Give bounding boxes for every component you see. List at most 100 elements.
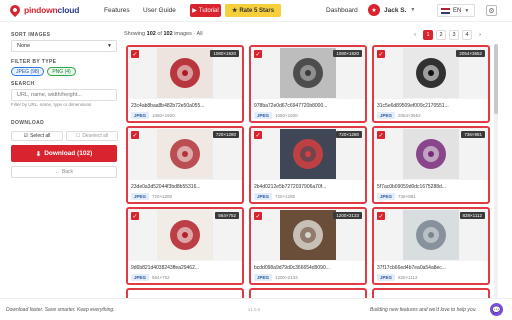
next-page-icon[interactable]: › bbox=[475, 30, 485, 40]
format-badge: JPEG bbox=[377, 193, 396, 200]
dimension-badge: 720×1280 bbox=[335, 131, 362, 138]
chat-icon[interactable]: 💬 bbox=[490, 303, 503, 316]
user-name: Jack S. bbox=[384, 6, 407, 14]
format-badge: JPEG bbox=[254, 274, 273, 281]
resolution-text: 1200×2133 bbox=[275, 275, 298, 280]
checkbox-checked-icon[interactable]: ✓ bbox=[131, 131, 139, 139]
search-title: SEARCH bbox=[11, 81, 35, 87]
resolution-text: 828×1112 bbox=[398, 275, 418, 280]
sort-value: None bbox=[17, 43, 31, 49]
checkbox-checked-icon[interactable]: ✓ bbox=[131, 50, 139, 58]
scrollbar-thumb[interactable] bbox=[494, 44, 498, 114]
file-name: 5f7ac0b09059d0dc1675288d... bbox=[377, 184, 446, 190]
language-select[interactable]: EN ▼ bbox=[437, 4, 475, 17]
dimension-badge: 2054×3652 bbox=[456, 50, 485, 57]
deselect-all-button[interactable]: ☐ Deselect all bbox=[66, 131, 118, 141]
separator: · bbox=[193, 31, 196, 37]
active-filter: All bbox=[196, 31, 203, 37]
dimension-badge: 720×1280 bbox=[212, 131, 239, 138]
resolution-text: 1080×1920 bbox=[275, 113, 298, 118]
image-card[interactable]: ✓ 720×1280 2b4d0212e5b7272037906a70f... JPE… bbox=[249, 126, 367, 204]
image-card-partial[interactable] bbox=[249, 288, 367, 298]
nav-features[interactable]: Features bbox=[104, 7, 130, 14]
resolution-text: 564×752 bbox=[152, 275, 170, 280]
download-icon: ⬇ bbox=[35, 150, 42, 158]
filter-png-tag[interactable]: PNG (4) bbox=[47, 67, 76, 76]
file-meta: JPEG 828×1112 bbox=[377, 274, 418, 281]
image-card-partial[interactable] bbox=[372, 288, 490, 298]
dimension-badge: 1080×1920 bbox=[333, 50, 362, 57]
version-label: v1.0.0 bbox=[248, 307, 261, 312]
prev-page-icon[interactable]: ‹ bbox=[410, 30, 420, 40]
total-count: 102 bbox=[163, 31, 173, 37]
resolution-text: 2054×3652 bbox=[398, 113, 421, 118]
checkbox-checked-icon[interactable]: ✓ bbox=[254, 131, 262, 139]
checkbox-checked-icon[interactable]: ✓ bbox=[131, 212, 139, 220]
page-1[interactable]: 1 bbox=[423, 30, 433, 40]
select-all-label: Select all bbox=[30, 133, 51, 139]
image-card[interactable]: ✓ 736×981 5f7ac0b09059d0dc1675288d... JPEG 7… bbox=[372, 126, 490, 204]
sort-select[interactable]: None ▼ bbox=[11, 40, 117, 52]
rate-label: Rate 5 Stars bbox=[239, 7, 275, 14]
chevron-down-icon: ▼ bbox=[464, 7, 470, 14]
thumbnail-artwork bbox=[403, 48, 459, 98]
checkbox-checked-icon[interactable]: ✓ bbox=[377, 131, 385, 139]
thumbnail-artwork bbox=[280, 48, 336, 98]
image-card[interactable]: ✓ 2054×3652 31c5e6d89509ef009c2170551... JP… bbox=[372, 45, 490, 123]
image-card[interactable]: ✓ 828×1112 37f17cb66ed4b7ea0a54a8ec... JPEG… bbox=[372, 207, 490, 285]
file-name: 9d6b821d4038243ffea29462... bbox=[131, 265, 200, 271]
checkbox-checked-icon[interactable]: ✓ bbox=[377, 50, 385, 58]
checkbox-checked-icon[interactable]: ✓ bbox=[254, 50, 262, 58]
logo-text-cloud: cloud bbox=[57, 5, 80, 15]
thumbnail-artwork bbox=[157, 129, 213, 179]
format-badge: JPEG bbox=[131, 112, 150, 119]
resolution-text: 720×1280 bbox=[152, 194, 173, 199]
image-card[interactable]: ✓ 1080×1920 978ba72e0d67c6947720b8000... JP… bbox=[249, 45, 367, 123]
top-bar: pindowncloud Features User Guide ▶ Tutor… bbox=[0, 0, 512, 22]
nav-dashboard[interactable]: Dashboard bbox=[326, 7, 358, 14]
image-card-partial[interactable] bbox=[126, 288, 244, 298]
dimension-badge: 1200×2133 bbox=[333, 212, 362, 219]
nav-user-guide[interactable]: User Guide bbox=[143, 7, 176, 14]
image-card[interactable]: ✓ 1080×1920 23c4ab8baa8b482b72e50a055... JP… bbox=[126, 45, 244, 123]
format-badge: JPEG bbox=[377, 112, 396, 119]
grid-scrollbar[interactable] bbox=[494, 44, 498, 298]
rate-button[interactable]: ★ Rate 5 Stars bbox=[225, 4, 281, 17]
image-card[interactable]: ✓ 720×1280 23de0a3d52044f3bd8b55316... JPEG… bbox=[126, 126, 244, 204]
file-meta: JPEG 564×752 bbox=[131, 274, 170, 281]
download-button[interactable]: ⬇ Download (102) bbox=[11, 145, 117, 162]
results-summary: Showing 102 of 102 images · All bbox=[124, 31, 203, 37]
user-avatar-icon: ★ bbox=[368, 4, 380, 16]
logo[interactable]: pindowncloud bbox=[7, 2, 80, 18]
page-3[interactable]: 3 bbox=[449, 30, 459, 40]
file-name: 37f17cb66ed4b7ea0a54a8ec... bbox=[377, 265, 446, 271]
check-square-icon: ☑ bbox=[23, 133, 29, 139]
back-button[interactable]: ← Back bbox=[11, 166, 117, 178]
settings-icon[interactable]: ⚙ bbox=[486, 5, 497, 16]
tutorial-button[interactable]: ▶ Tutorial bbox=[190, 4, 221, 17]
file-meta: JPEG 736×981 bbox=[377, 193, 416, 200]
select-all-button[interactable]: ☑ Select all bbox=[11, 131, 63, 141]
image-card[interactable]: ✓ 1200×2133 bcdd098a9d79d0c366654d9090... J… bbox=[249, 207, 367, 285]
file-name: 31c5e6d89509ef009c2170551... bbox=[377, 103, 449, 109]
us-flag-icon bbox=[441, 7, 450, 14]
user-menu[interactable]: ★ Jack S. ▼ bbox=[368, 4, 415, 16]
file-name: 23c4ab8baa8b482b72e50a055... bbox=[131, 103, 205, 109]
dimension-badge: 1080×1920 bbox=[210, 50, 239, 57]
shown-count: 102 bbox=[146, 31, 156, 37]
page-2[interactable]: 2 bbox=[436, 30, 446, 40]
logo-text-pindown: pindown bbox=[24, 5, 58, 15]
footer: Download faster. Save smarter. Keep ever… bbox=[0, 298, 512, 320]
format-badge: JPEG bbox=[254, 112, 273, 119]
star-icon: ★ bbox=[231, 8, 238, 14]
filter-jpeg-tag[interactable]: JPEG (98) bbox=[11, 67, 45, 76]
image-card[interactable]: ✓ 564×752 9d6b821d4038243ffea29462... JPEG 5… bbox=[126, 207, 244, 285]
arrow-left-icon: ← bbox=[54, 169, 60, 175]
file-meta: JPEG 1080×1920 bbox=[131, 112, 175, 119]
format-badge: JPEG bbox=[377, 274, 396, 281]
checkbox-checked-icon[interactable]: ✓ bbox=[377, 212, 385, 220]
checkbox-checked-icon[interactable]: ✓ bbox=[254, 212, 262, 220]
page-4[interactable]: 4 bbox=[462, 30, 472, 40]
search-input[interactable] bbox=[11, 89, 117, 101]
empty-square-icon: ☐ bbox=[75, 133, 81, 139]
